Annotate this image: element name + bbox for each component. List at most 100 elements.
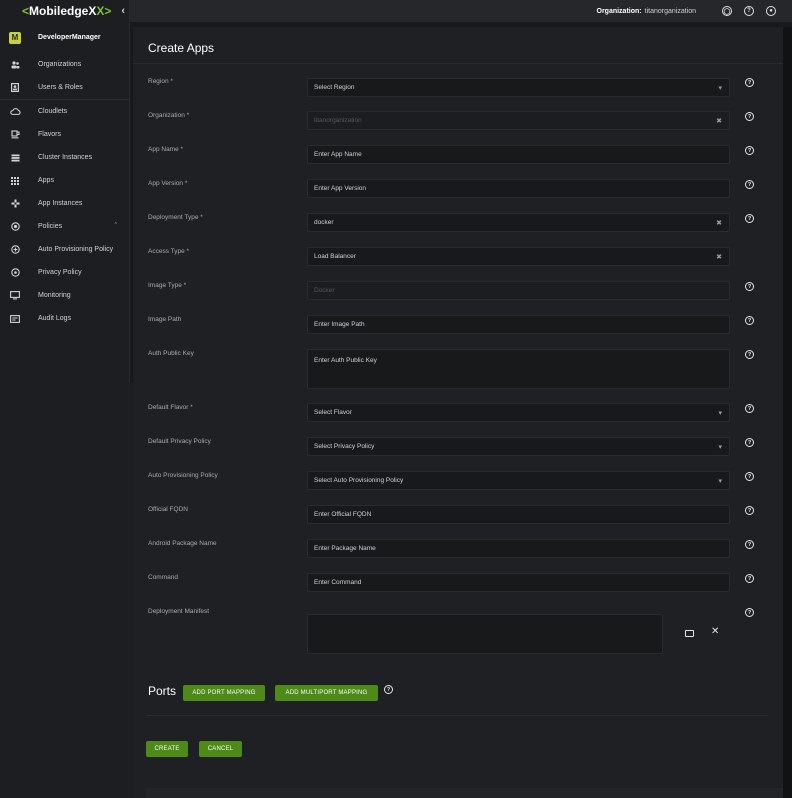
clear-icon[interactable]: ✖ xyxy=(716,117,722,125)
sidebar-item-auto-provisioning-policy[interactable]: Auto Provisioning Policy xyxy=(0,238,129,261)
organization-field-label: Organization * xyxy=(148,112,190,119)
help-icon[interactable]: ? xyxy=(745,574,754,583)
log-icon xyxy=(1,314,29,323)
help-icon[interactable]: ? xyxy=(745,180,754,189)
target-icon xyxy=(1,222,29,231)
help-icon[interactable]: ? xyxy=(745,78,754,87)
panel-edge xyxy=(783,27,792,798)
app-version-label: App Version * xyxy=(148,180,188,187)
clear-icon[interactable]: ✖ xyxy=(716,253,722,261)
create-apps-panel: Create Apps Region * Select Region ▾ ? Or… xyxy=(133,27,783,798)
add-multiport-mapping-button[interactable]: ADD MULTIPORT MAPPING xyxy=(275,685,378,701)
help-icon[interactable]: ? xyxy=(745,112,754,121)
image-type-input[interactable]: Docker xyxy=(307,281,730,300)
caret-down-icon: ▾ xyxy=(718,477,722,485)
sidebar-item-flavors[interactable]: Flavors xyxy=(0,123,129,146)
sidebar-item-policies[interactable]: Policies ˆ xyxy=(0,215,129,238)
chevron-up-icon[interactable]: ˆ xyxy=(115,223,117,230)
close-icon[interactable]: ✕ xyxy=(711,626,719,637)
organization-select[interactable]: titanorganization ✖ xyxy=(307,111,730,130)
image-type-label: Image Type * xyxy=(148,282,187,289)
help-icon[interactable]: ? xyxy=(745,540,754,549)
command-input[interactable]: Enter Command xyxy=(307,573,730,592)
help-icon[interactable]: ? xyxy=(384,685,393,694)
cancel-button[interactable]: CANCEL xyxy=(199,741,242,757)
android-package-name-label: Android Package Name xyxy=(148,540,217,547)
default-flavor-label: Default Flavor * xyxy=(148,404,193,411)
app-version-input[interactable]: Enter App Version xyxy=(307,179,730,198)
sidebar: < MobiledgeX X> ‹ M DeveloperManager Organ… xyxy=(0,0,130,383)
region-label: Region * xyxy=(148,78,173,85)
sidebar-item-privacy-policy[interactable]: Privacy Policy xyxy=(0,261,129,284)
page-title: Create Apps xyxy=(148,41,215,55)
help-icon[interactable]: ? xyxy=(745,506,754,515)
deployment-type-label: Deployment Type * xyxy=(148,214,203,221)
app-name-input[interactable]: Enter App Name xyxy=(307,145,730,164)
sidebar-item-users-roles[interactable]: Users & Roles xyxy=(0,76,129,99)
auto-provisioning-policy-label: Auto Provisioning Policy xyxy=(148,472,218,479)
people-icon xyxy=(1,60,29,69)
auto-provisioning-policy-select[interactable]: Select Auto Provisioning Policy ▾ xyxy=(307,471,730,490)
id-badge-icon xyxy=(1,83,29,92)
auth-public-key-textarea[interactable]: Enter Auth Public Key xyxy=(307,349,730,389)
command-label: Command xyxy=(148,574,178,581)
sidebar-item-cloudlets[interactable]: Cloudlets xyxy=(0,100,129,123)
default-privacy-policy-label: Default Privacy Policy xyxy=(148,438,211,445)
sidebar-lower-area xyxy=(0,383,146,798)
help-icon[interactable]: ? xyxy=(745,316,754,325)
help-icon[interactable]: ? xyxy=(745,608,754,617)
sidebar-item-cluster-instances[interactable]: Cluster Instances xyxy=(0,146,129,169)
circle-dot-icon xyxy=(1,268,29,277)
globe-icon[interactable]: ◯ xyxy=(722,6,732,16)
organization-value: titanorganization xyxy=(644,7,696,15)
gamepad-icon xyxy=(1,199,29,208)
image-path-label: Image Path xyxy=(148,316,182,323)
official-fqdn-label: Official FQDN xyxy=(148,506,188,513)
access-type-label: Access Type * xyxy=(148,248,190,255)
deployment-type-select[interactable]: docker ✖ xyxy=(307,213,730,232)
region-select[interactable]: Select Region ▾ xyxy=(307,78,730,97)
help-icon[interactable]: ? xyxy=(745,146,754,155)
organization-label: Organization: xyxy=(596,7,642,15)
sidebar-item-organizations[interactable]: Organizations xyxy=(0,53,129,76)
clear-icon[interactable]: ✖ xyxy=(716,219,722,227)
create-button[interactable]: CREATE xyxy=(146,741,188,757)
help-icon[interactable]: ? xyxy=(744,6,754,16)
official-fqdn-input[interactable]: Enter Official FQDN xyxy=(307,505,730,524)
chevron-left-icon[interactable]: ‹ xyxy=(121,5,125,17)
ports-divider xyxy=(146,715,768,716)
deployment-manifest-textarea[interactable] xyxy=(307,614,663,654)
image-path-input[interactable]: Enter Image Path xyxy=(307,315,730,334)
top-bar: Organization: titanorganization ◯ ? ● xyxy=(130,0,792,22)
ports-title: Ports xyxy=(148,684,177,698)
help-icon[interactable]: ? xyxy=(745,438,754,447)
avatar: M xyxy=(9,31,21,44)
help-icon[interactable]: ? xyxy=(745,214,754,223)
help-icon[interactable]: ? xyxy=(745,472,754,481)
panel-footer xyxy=(146,788,783,798)
sidebar-item-app-instances[interactable]: App Instances xyxy=(0,192,129,215)
user-name: DeveloperManager xyxy=(38,34,101,41)
access-type-select[interactable]: Load Balancer ✖ xyxy=(307,247,730,266)
folder-icon[interactable] xyxy=(685,630,694,637)
sidebar-item-apps[interactable]: Apps xyxy=(0,169,129,192)
default-privacy-policy-select[interactable]: Select Privacy Policy ▾ xyxy=(307,437,730,456)
caret-down-icon: ▾ xyxy=(718,409,722,417)
help-icon[interactable]: ? xyxy=(745,350,754,359)
cup-icon xyxy=(1,130,29,139)
help-icon[interactable]: ? xyxy=(745,404,754,413)
storage-icon xyxy=(1,154,29,162)
add-port-mapping-button[interactable]: ADD PORT MAPPING xyxy=(183,685,265,701)
help-icon[interactable]: ? xyxy=(745,282,754,291)
logo[interactable]: < MobiledgeX X> ‹ xyxy=(0,0,129,22)
auth-public-key-label: Auth Public Key xyxy=(148,350,194,357)
sidebar-item-monitoring[interactable]: Monitoring xyxy=(0,284,129,307)
caret-down-icon: ▾ xyxy=(718,443,722,451)
sidebar-item-audit-logs[interactable]: Audit Logs xyxy=(0,307,129,330)
sidebar-user[interactable]: M DeveloperManager xyxy=(0,22,129,53)
cloud-icon xyxy=(1,108,29,115)
account-icon[interactable]: ● xyxy=(766,6,776,16)
default-flavor-select[interactable]: Select Flavor ▾ xyxy=(307,403,730,422)
app-name-label: App Name * xyxy=(148,146,184,153)
android-package-name-input[interactable]: Enter Package Name xyxy=(307,539,730,558)
